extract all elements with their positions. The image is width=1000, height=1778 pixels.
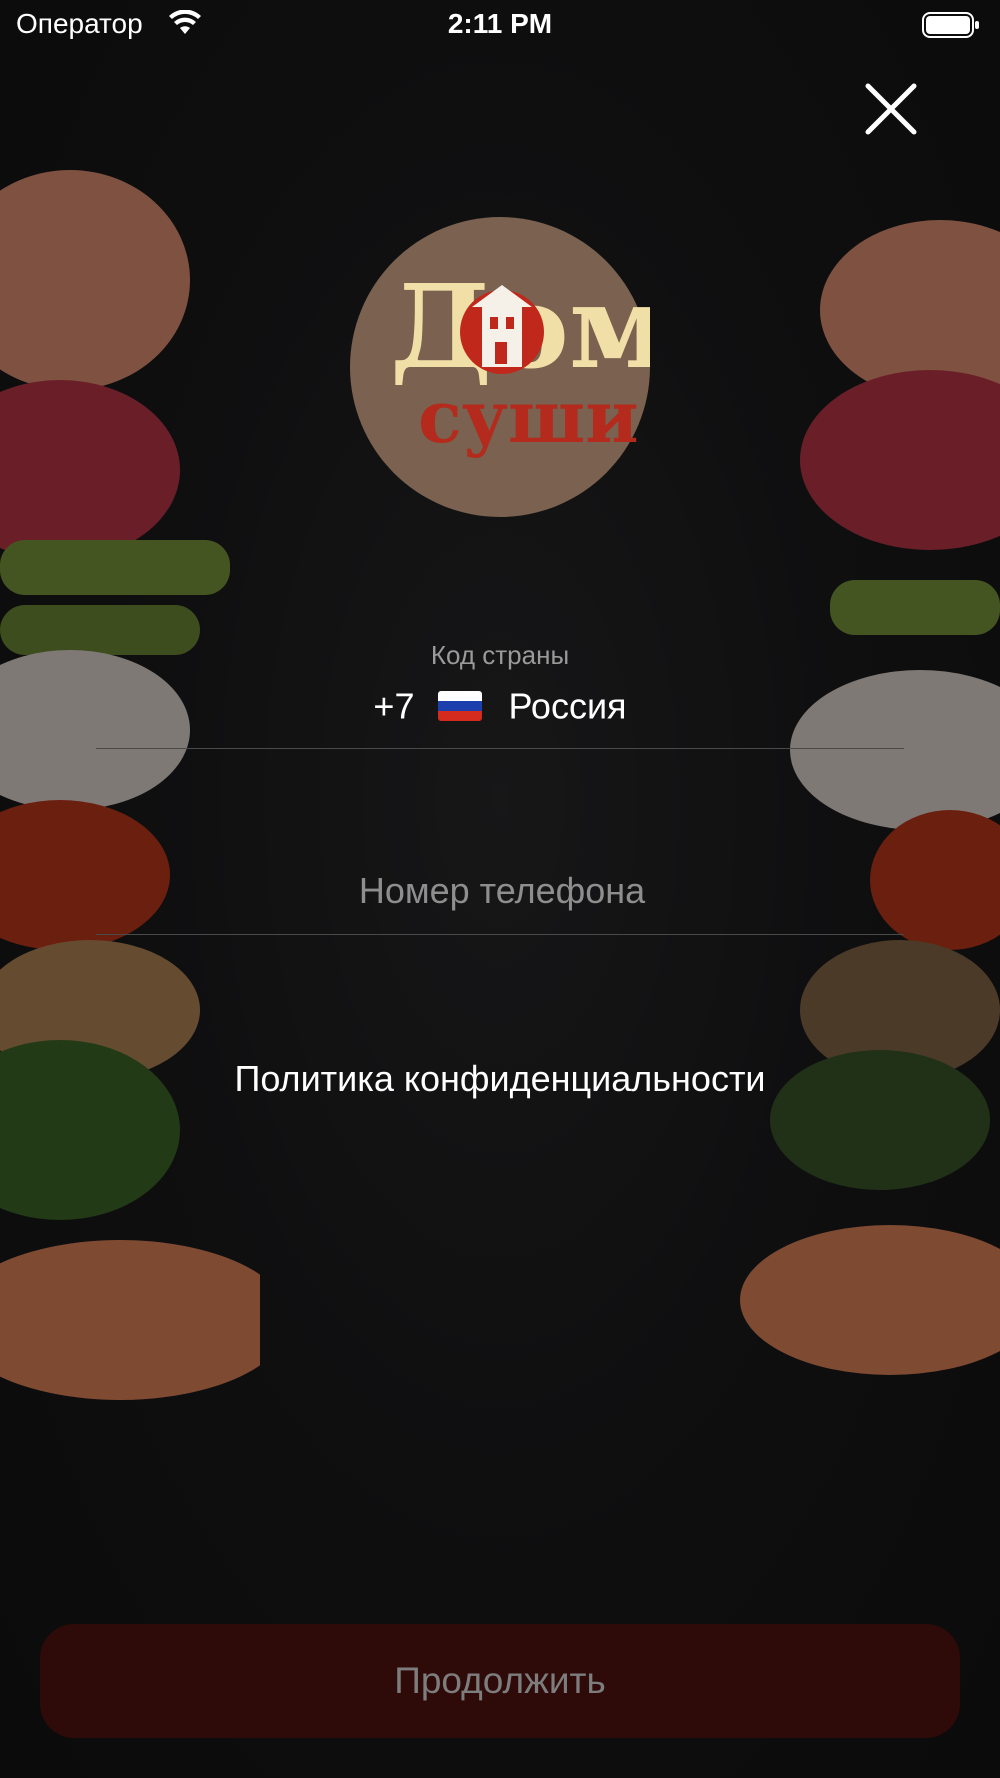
brand-logo: Дом суши [350,217,669,517]
logo-text-bottom: суши [418,374,639,459]
continue-button[interactable]: Продолжить [40,1624,960,1738]
battery-icon [922,12,979,38]
country-code-label: Код страны [430,640,570,670]
phone-divider [96,934,904,935]
country-divider [96,748,904,749]
country-dial-code: +7 [373,685,415,727]
status-time: 2:11 PM [447,8,553,39]
country-name: Россия [508,685,627,727]
privacy-policy-link[interactable]: Политика конфиденциальности [0,1058,1000,1100]
russia-flag-icon [438,691,483,722]
country-selector[interactable]: +7 Россия [0,683,1000,727]
status-bar: Оператор 2:11 PM [0,0,1000,52]
close-icon[interactable] [860,78,922,140]
phone-number-input[interactable] [96,850,908,932]
